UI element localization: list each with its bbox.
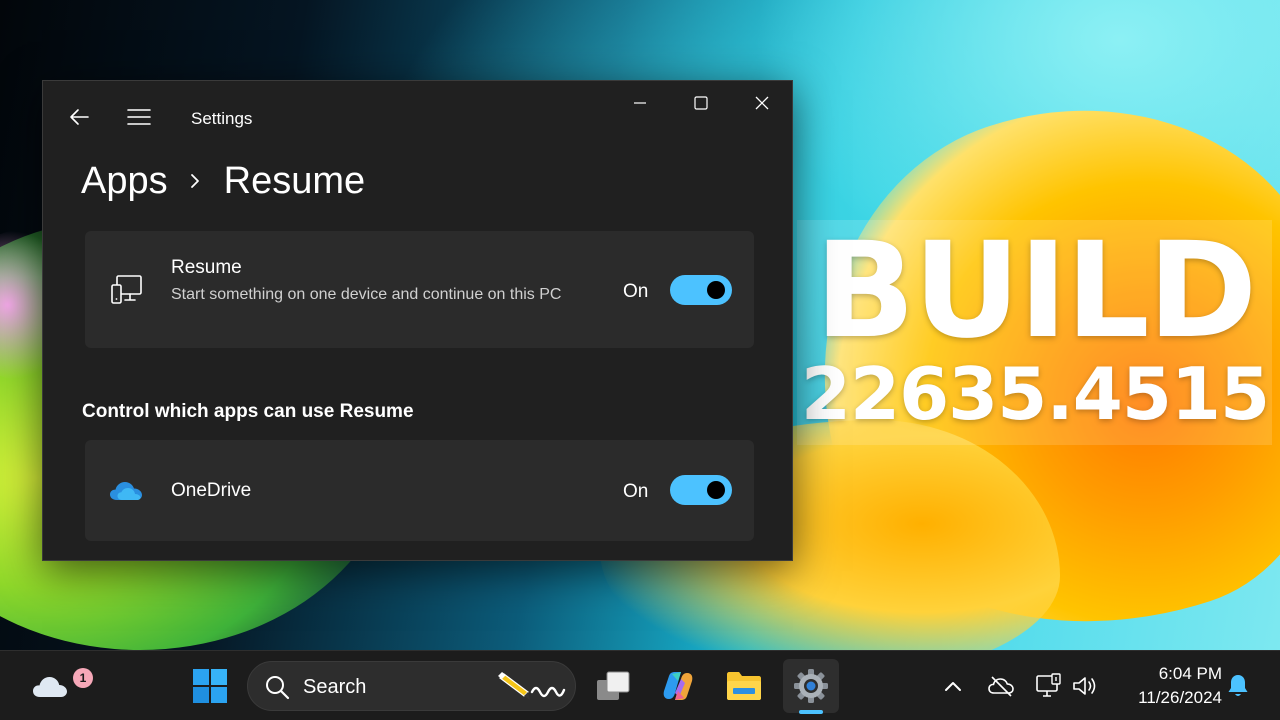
devices-icon	[107, 271, 145, 309]
active-app-indicator	[799, 710, 823, 714]
minimize-icon	[634, 102, 646, 104]
weather-cloud-icon	[33, 677, 67, 697]
build-title: BUILD	[814, 214, 1258, 368]
maximize-icon	[694, 96, 708, 110]
search-highlight-pen-icon	[498, 672, 566, 700]
network-tray-button[interactable]	[1034, 671, 1064, 701]
volume-tray-button[interactable]	[1070, 671, 1100, 701]
toggle-knob	[707, 481, 725, 499]
onedrive-toggle[interactable]	[670, 475, 732, 505]
clock-time: 6:04 PM	[1158, 664, 1222, 683]
breadcrumb: Apps Resume	[81, 153, 365, 209]
taskbar: 1 Search 6:04 PM 11/26/2024	[0, 650, 1280, 720]
start-icon	[193, 669, 227, 703]
breadcrumb-current: Resume	[223, 159, 366, 202]
title-bar: Settings	[43, 81, 792, 153]
settings-icon	[794, 669, 828, 703]
maximize-button[interactable]	[670, 81, 732, 125]
chevron-up-icon	[945, 682, 961, 691]
breadcrumb-parent[interactable]: Apps	[81, 160, 168, 203]
file-explorer-icon	[727, 672, 761, 700]
close-button[interactable]	[731, 81, 793, 125]
onedrive-cloud-icon	[107, 472, 145, 510]
resume-toggle[interactable]	[670, 275, 732, 305]
toggle-knob	[707, 281, 725, 299]
back-button[interactable]	[57, 95, 101, 139]
app-row-onedrive: OneDrive On	[85, 440, 754, 541]
resume-toggle-state: On	[623, 281, 649, 302]
show-hidden-icons-button[interactable]	[938, 671, 968, 701]
app-name-onedrive: OneDrive	[171, 480, 252, 501]
task-view-button[interactable]	[585, 659, 641, 713]
resume-description: Start something on one device and contin…	[171, 286, 562, 303]
copilot-button[interactable]	[650, 659, 706, 713]
notification-badge: 1	[73, 668, 93, 688]
minimize-button[interactable]	[609, 81, 671, 125]
file-explorer-button[interactable]	[716, 659, 772, 713]
section-heading: Control which apps can use Resume	[82, 401, 414, 422]
search-placeholder: Search	[303, 676, 367, 698]
clock-date: 11/26/2024	[1138, 688, 1222, 707]
close-icon	[755, 96, 769, 110]
resume-setting-card: Resume Start something on one device and…	[85, 231, 754, 348]
window-title: Settings	[191, 109, 253, 128]
clock[interactable]: 6:04 PM 11/26/2024	[1112, 662, 1222, 710]
notification-center-button[interactable]	[1223, 671, 1253, 701]
volume-icon	[1073, 677, 1096, 695]
start-button[interactable]	[182, 659, 238, 713]
settings-taskbar-button[interactable]	[783, 659, 839, 713]
onedrive-tray-button[interactable]	[986, 671, 1016, 701]
navigation-menu-button[interactable]	[117, 95, 161, 139]
task-view-icon	[597, 671, 630, 700]
hamburger-menu-icon	[127, 109, 151, 125]
notification-bell-icon	[1228, 675, 1248, 696]
network-icon	[1036, 673, 1061, 697]
onedrive-toggle-state: On	[623, 481, 649, 502]
chevron-right-icon	[188, 171, 202, 191]
onedrive-offline-icon	[988, 676, 1014, 697]
settings-window: Settings Apps Resume Resume Start someth…	[42, 80, 793, 561]
resume-title: Resume	[171, 257, 242, 278]
copilot-icon	[663, 672, 693, 700]
search-icon	[266, 676, 290, 700]
back-arrow-icon	[70, 109, 89, 125]
weather-widget[interactable]: 1	[22, 659, 93, 713]
build-number: 22635.4515	[800, 352, 1270, 436]
taskbar-search-box[interactable]: Search	[247, 661, 576, 711]
